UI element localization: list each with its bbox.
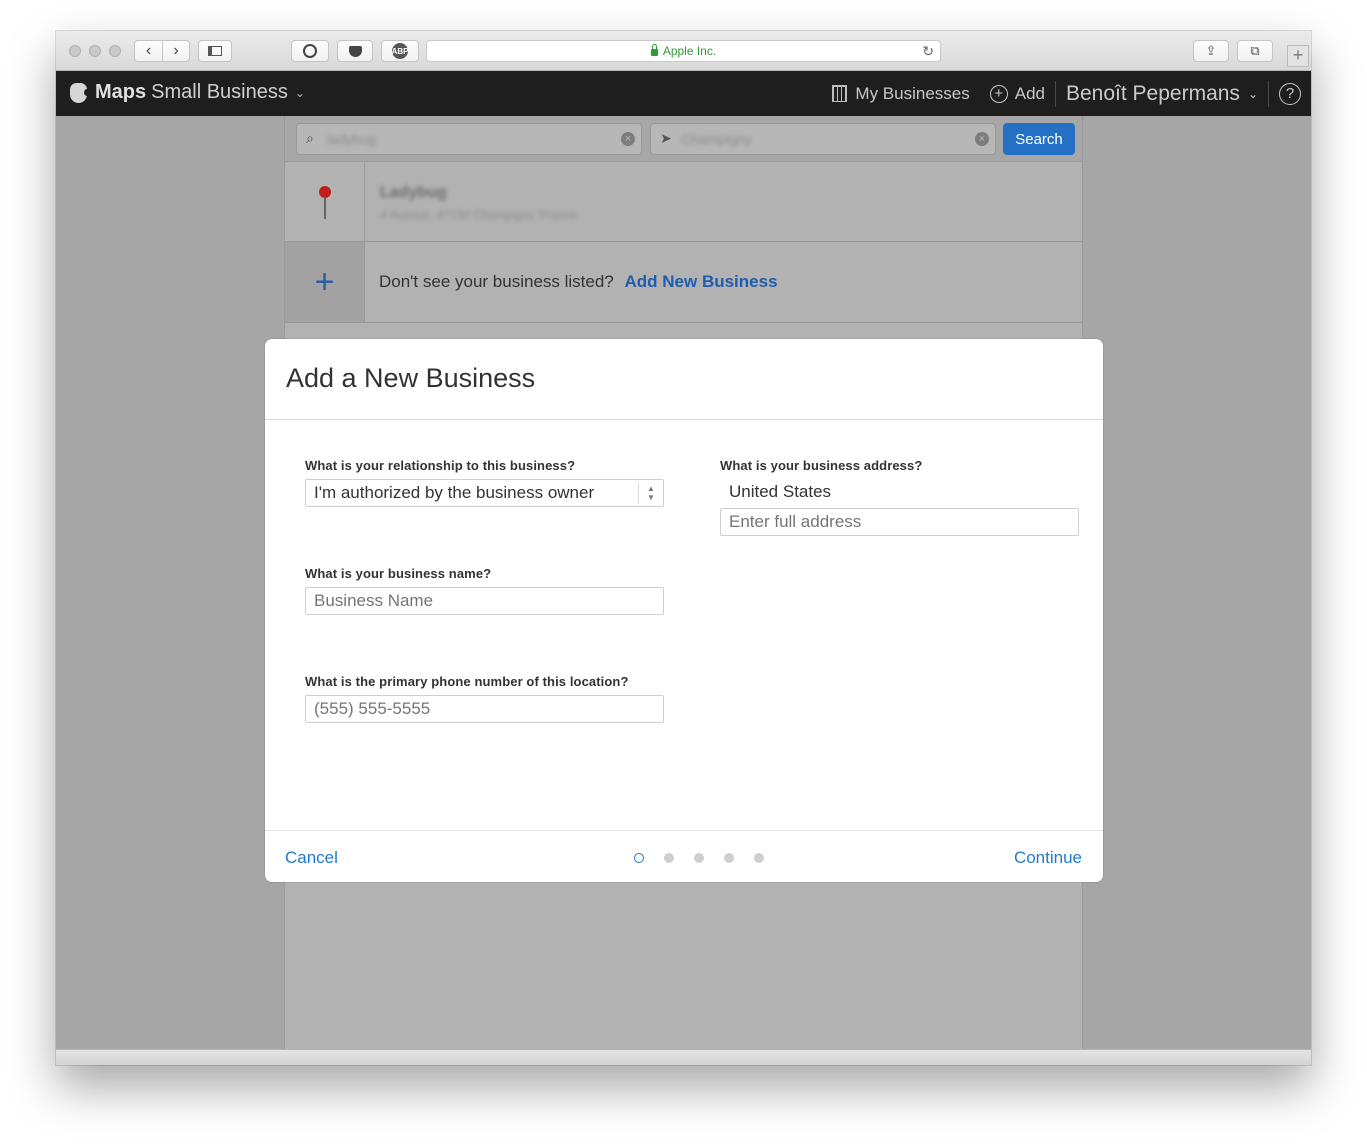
search-row: ⌕ ladybug × ➤ Champigny × Search (285, 116, 1082, 162)
dialog-title: Add a New Business (286, 363, 536, 393)
location-arrow-icon: ➤ (660, 130, 672, 146)
minimize-window-button[interactable] (89, 45, 101, 57)
search-result-item[interactable]: Ladybug 4 Avenue, 47130 Champigny, Franc… (285, 162, 1082, 242)
step-dot (634, 853, 644, 863)
result-address: 4 Avenue, 47130 Champigny, France (380, 208, 578, 222)
app-header: Maps Small Business ⌄ My Businesses + Ad… (56, 71, 1311, 116)
forward-icon[interactable]: › (162, 41, 189, 61)
share-button[interactable]: ⇪ (1193, 40, 1229, 62)
map-pin-icon (319, 186, 331, 219)
browser-toolbar: ‹ › ABP Apple Inc. ↻ ⇪ ⧉ + (56, 31, 1311, 71)
onepassword-icon (303, 44, 317, 58)
address-label: What is your business address? (720, 458, 923, 473)
add-business-prompt: Don't see your business listed? Add New … (379, 272, 778, 292)
chevron-down-icon: ⌄ (1247, 86, 1258, 101)
business-search-input[interactable]: ⌕ ladybug × (296, 123, 642, 155)
apple-logo-icon (70, 82, 90, 103)
tabs-icon: ⧉ (1250, 43, 1260, 58)
location-search-input[interactable]: ➤ Champigny × (650, 123, 996, 155)
step-dot (754, 853, 764, 863)
select-arrows-icon: ▲ ▼ (638, 482, 663, 504)
back-forward-control: ‹ › (134, 40, 190, 62)
phone-input[interactable] (305, 695, 664, 723)
pin-cell (285, 162, 365, 241)
onepassword-button[interactable] (291, 40, 329, 62)
plus-icon: + (285, 242, 365, 322)
brand-menu[interactable]: Maps Small Business ⌄ (70, 81, 305, 104)
add-business-row: + Don't see your business listed? Add Ne… (285, 242, 1082, 323)
search-button[interactable]: Search (1003, 123, 1075, 155)
clear-icon[interactable]: × (621, 132, 635, 146)
add-link[interactable]: + Add (980, 71, 1055, 116)
step-dot (664, 853, 674, 863)
new-tab-button[interactable]: + (1287, 45, 1309, 67)
lock-icon (650, 43, 658, 56)
sidebar-icon (208, 46, 222, 56)
clear-icon[interactable]: × (975, 132, 989, 146)
address-input[interactable] (720, 508, 1079, 536)
my-businesses-label: My Businesses (855, 83, 970, 103)
cancel-button[interactable]: Cancel (285, 848, 338, 868)
relationship-select[interactable]: I'm authorized by the business owner ▲ ▼ (305, 479, 664, 507)
plus-circle-icon: + (989, 84, 1008, 103)
business-name-input[interactable] (305, 587, 664, 615)
phone-label: What is the primary phone number of this… (305, 674, 629, 689)
tabs-overview-button[interactable]: ⧉ (1237, 40, 1273, 62)
business-name-label: What is your business name? (305, 566, 492, 581)
status-bar (56, 1049, 1311, 1065)
prompt-text: Don't see your business listed? (379, 272, 614, 291)
my-businesses-link[interactable]: My Businesses (822, 71, 979, 116)
step-dot (694, 853, 704, 863)
result-name: Ladybug (380, 184, 447, 201)
brand-bold: Maps (95, 81, 147, 103)
adblock-button[interactable]: ABP (381, 40, 419, 62)
user-menu[interactable]: Benoît Pepermans ⌄ (1056, 71, 1268, 116)
continue-button[interactable]: Continue (1014, 848, 1082, 868)
relationship-label: What is your relationship to this busine… (305, 458, 576, 473)
brand-light: Small Business (151, 81, 288, 103)
add-label: Add (1014, 83, 1045, 103)
building-icon (832, 85, 848, 102)
help-button[interactable]: ? (1269, 71, 1311, 116)
location-query: Champigny (681, 131, 752, 147)
zoom-window-button[interactable] (109, 45, 121, 57)
share-icon: ⇪ (1205, 43, 1217, 58)
help-icon: ? (1279, 82, 1301, 105)
step-indicator (634, 853, 784, 863)
relationship-value: I'm authorized by the business owner (314, 483, 595, 502)
reload-icon[interactable]: ↻ (922, 43, 934, 60)
back-icon[interactable]: ‹ (135, 41, 162, 61)
close-window-button[interactable] (69, 45, 81, 57)
chevron-down-icon: ⌄ (294, 85, 305, 100)
search-icon: ⌕ (306, 130, 314, 146)
sidebar-button[interactable] (198, 40, 232, 62)
address-bar[interactable]: Apple Inc. ↻ (426, 40, 941, 62)
address-text: Apple Inc. (662, 44, 717, 58)
header-nav: My Businesses + Add Benoît Pepermans ⌄ ? (822, 71, 1311, 116)
pocket-icon (348, 45, 362, 57)
dialog-footer: Cancel Continue (265, 830, 1103, 882)
add-business-dialog: Add a New Business What is your relation… (265, 339, 1103, 882)
country-value[interactable]: United States (729, 482, 831, 502)
step-dot (724, 853, 734, 863)
add-new-business-link[interactable]: Add New Business (625, 272, 778, 291)
pocket-button[interactable] (337, 40, 373, 62)
user-name: Benoît Pepermans (1066, 81, 1240, 105)
search-query: ladybug (327, 131, 377, 147)
dialog-header: Add a New Business (265, 339, 1103, 420)
adblock-icon: ABP (392, 43, 408, 59)
